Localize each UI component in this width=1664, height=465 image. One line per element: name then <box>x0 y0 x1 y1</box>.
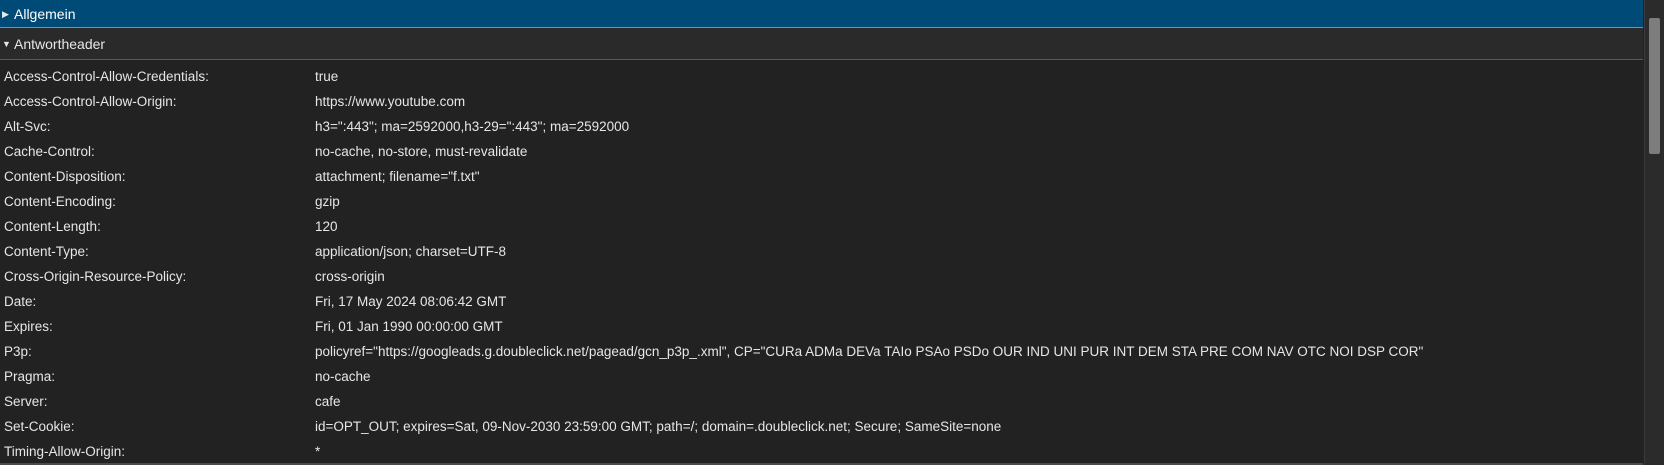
header-row: P3p: policyref="https://googleads.g.doub… <box>0 339 1643 364</box>
network-details-panel: ▶ Allgemein ▼ Antwortheader Access-Contr… <box>0 0 1664 465</box>
header-name: Cross-Origin-Resource-Policy: <box>4 269 187 284</box>
header-row: Content-Type: application/json; charset=… <box>0 239 1643 264</box>
header-name: Content-Length: <box>4 219 101 234</box>
scrollbar-thumb[interactable] <box>1649 18 1660 154</box>
header-row: Cache-Control: no-cache, no-store, must-… <box>0 139 1643 164</box>
header-name: Content-Type: <box>4 244 89 259</box>
section-response-headers-label: Antwortheader <box>14 35 106 52</box>
header-value: policyref="https://googleads.g.doublecli… <box>315 344 1424 359</box>
header-row: Expires: Fri, 01 Jan 1990 00:00:00 GMT <box>0 314 1643 339</box>
header-row: Pragma: no-cache <box>0 364 1643 389</box>
header-row: Access-Control-Allow-Origin: https://www… <box>0 89 1643 114</box>
header-row: Alt-Svc: h3=":443"; ma=2592000,h3-29=":4… <box>0 114 1643 139</box>
header-row: Set-Cookie: id=OPT_OUT; expires=Sat, 09-… <box>0 414 1643 439</box>
header-value: no-cache <box>315 369 371 384</box>
header-name: Server: <box>4 394 48 409</box>
header-value: 120 <box>315 219 338 234</box>
header-value: attachment; filename="f.txt" <box>315 169 480 184</box>
header-value: true <box>315 69 339 84</box>
header-row: Date: Fri, 17 May 2024 08:06:42 GMT <box>0 289 1643 314</box>
header-name: P3p: <box>4 344 32 359</box>
header-name: Date: <box>4 294 37 309</box>
header-value: gzip <box>315 194 340 209</box>
header-value: https://www.youtube.com <box>315 94 466 109</box>
header-row: Content-Disposition: attachment; filenam… <box>0 164 1643 189</box>
header-row: Access-Control-Allow-Credentials: true <box>0 64 1643 89</box>
header-name: Content-Disposition: <box>4 169 126 184</box>
header-name: Pragma: <box>4 369 56 384</box>
header-name: Content-Encoding: <box>4 194 116 209</box>
header-value: * <box>315 444 321 459</box>
response-headers-list: Access-Control-Allow-Credentials: true A… <box>0 60 1643 464</box>
header-name: Set-Cookie: <box>4 419 75 434</box>
header-value: cafe <box>315 394 341 409</box>
triangle-down-icon: ▼ <box>2 38 11 49</box>
header-value: no-cache, no-store, must-revalidate <box>315 144 528 159</box>
vertical-scrollbar[interactable] <box>1644 0 1664 465</box>
header-row: Content-Length: 120 <box>0 214 1643 239</box>
header-name: Timing-Allow-Origin: <box>4 444 126 459</box>
header-value: Fri, 17 May 2024 08:06:42 GMT <box>315 294 507 309</box>
header-value: id=OPT_OUT; expires=Sat, 09-Nov-2030 23:… <box>315 419 1002 434</box>
header-value: Fri, 01 Jan 1990 00:00:00 GMT <box>315 319 503 334</box>
headers-content: ▶ Allgemein ▼ Antwortheader Access-Contr… <box>0 0 1643 465</box>
header-row: Server: cafe <box>0 389 1643 414</box>
section-general-header[interactable]: ▶ Allgemein <box>0 0 1643 28</box>
header-value: h3=":443"; ma=2592000,h3-29=":443"; ma=2… <box>315 119 630 134</box>
header-value: application/json; charset=UTF-8 <box>315 244 506 259</box>
header-row: Cross-Origin-Resource-Policy: cross-orig… <box>0 264 1643 289</box>
header-row: Content-Encoding: gzip <box>0 189 1643 214</box>
section-response-headers-header[interactable]: ▼ Antwortheader <box>0 28 1643 60</box>
header-row: Timing-Allow-Origin: * <box>0 439 1643 464</box>
header-name: Cache-Control: <box>4 144 95 159</box>
section-general-label: Allgemein <box>14 5 76 22</box>
header-name: Alt-Svc: <box>4 119 51 134</box>
triangle-right-icon: ▶ <box>2 8 9 19</box>
header-name: Access-Control-Allow-Credentials: <box>4 69 209 84</box>
header-value: cross-origin <box>315 269 385 284</box>
header-name: Expires: <box>4 319 53 334</box>
header-name: Access-Control-Allow-Origin: <box>4 94 177 109</box>
